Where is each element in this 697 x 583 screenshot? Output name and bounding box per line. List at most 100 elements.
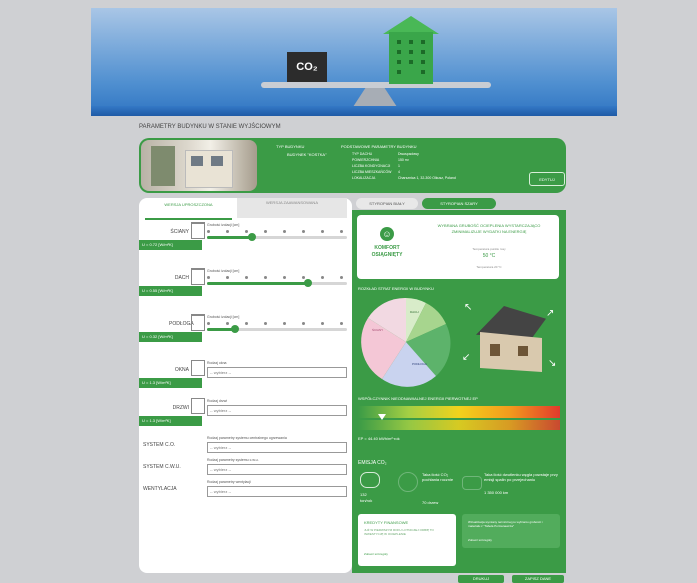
comfort-temp: 50 °C xyxy=(482,253,496,259)
param-value: Charsznica 1, 32-300 Olkusz, Poland xyxy=(398,176,456,180)
u-value: U = 0.55 [W/m²K] xyxy=(139,286,202,296)
slider-handle[interactable] xyxy=(303,279,312,287)
partition-group: ŚCIANY U = 0.72 [W/m²K] Grubość izolacji [… xyxy=(139,220,352,264)
slider-tick xyxy=(321,230,324,233)
slider-tick xyxy=(340,322,343,325)
param-key: LOKALIZACJA xyxy=(352,176,376,180)
slider-fill xyxy=(207,236,252,239)
type-select[interactable]: -- wybierz -- xyxy=(207,367,347,378)
building-info-bar: TYP BUDYNKU BUDYNEK "KOSTKA" PODSTAWOWE … xyxy=(139,138,566,193)
system-name: SYSTEM C.O. xyxy=(143,442,176,448)
opening-name: OKNA xyxy=(174,367,189,373)
insulation-field-label: Grubość izolacji [cm] xyxy=(207,223,240,227)
tree-icon xyxy=(398,472,418,492)
insulation-slider[interactable] xyxy=(207,322,347,333)
slider-tick xyxy=(207,322,210,325)
tab-advanced[interactable]: WERSJA ZAAWANSOWANA xyxy=(237,198,347,218)
slider-tick xyxy=(264,322,267,325)
slider-tick xyxy=(226,322,229,325)
partition-group: PODŁOGA U = 0.32 [W/m²K] Grubość izolacji … xyxy=(139,312,352,356)
ep-title: WSPÓŁCZYNNIK NIEODNAWIALNEJ ENERGII PIER… xyxy=(358,396,478,401)
slider-tick xyxy=(283,230,286,233)
slider-fill xyxy=(207,282,308,285)
tab-white-styrofoam[interactable]: STYROPIAN BIAŁY xyxy=(356,198,418,209)
emission-unit: ton/rok xyxy=(360,498,373,503)
param-key: TYP DACHU xyxy=(352,152,373,156)
losses-title: ROZKŁAD STRAT ENERGII W BUDYNKU xyxy=(358,286,434,291)
tab-simplified[interactable]: WERSJA UPROSZCZONA xyxy=(145,200,232,220)
slider-tick xyxy=(245,230,248,233)
basic-params-heading: PODSTAWOWE PARAMETRY BUDYNKU xyxy=(341,144,417,149)
insulation-slider[interactable] xyxy=(207,276,347,287)
ep-scale xyxy=(358,406,560,418)
slider-handle[interactable] xyxy=(247,233,256,241)
system-select[interactable]: -- wybierz -- xyxy=(207,464,347,475)
opening-icon xyxy=(191,360,205,376)
credit-title: KREDYTY FINANSOWE xyxy=(364,520,409,525)
save-data-button[interactable]: ZAPISZ DANE xyxy=(512,575,564,583)
u-value: U = 1.3 [W/m²K] xyxy=(139,378,202,388)
co2-cloud-icon xyxy=(360,472,380,488)
partition-name: PODŁOGA xyxy=(169,321,194,327)
partition-group: DACH U = 0.55 [W/m²K] Grubość izolacji [cm… xyxy=(139,266,352,310)
slider-tick xyxy=(264,230,267,233)
visualization-text: Wizualizacja wymiany termicznej po wybra… xyxy=(468,520,543,528)
print-button[interactable]: DRUKUJ xyxy=(458,575,504,583)
insulation-slider[interactable] xyxy=(207,230,347,241)
param-value: 4 xyxy=(398,170,400,174)
pie-label-walls: ŚCIANY xyxy=(372,328,384,332)
ep-marker-icon xyxy=(378,414,386,420)
opening-group: DRZWI U = 1.3 [W/m²K] Rodzaj drzwi -- wybie… xyxy=(139,396,352,432)
system-select[interactable]: -- wybierz -- xyxy=(207,442,347,453)
slider-tick xyxy=(264,276,267,279)
system-group: SYSTEM C.O. Rodzaj parametry systemu cent… xyxy=(139,436,352,456)
tab-grey-styrofoam[interactable]: STYROPIAN SZARY xyxy=(422,198,496,209)
system-select[interactable]: -- wybierz -- xyxy=(207,486,347,497)
building-photo xyxy=(141,140,257,191)
select-field-label: Rodzaj okna xyxy=(207,361,227,365)
param-key: LICZBA MIESZKAŃCÓW xyxy=(352,170,392,174)
slider-tick xyxy=(283,322,286,325)
select-field-label: Rodzaj drzwi xyxy=(207,399,228,403)
u-value: U = 1.3 [W/m²K] xyxy=(139,416,202,426)
pie-label-floor: PODŁOGA xyxy=(412,362,427,366)
slider-tick xyxy=(340,276,343,279)
param-value: Dwuspadowy xyxy=(398,152,419,156)
smile-icon: ☺ xyxy=(380,227,394,241)
co2-label: CO₂ xyxy=(296,61,318,73)
comfort-card: ☺ KOMFORT OSIĄGNIĘTY WYBRANA GRUBOŚĆ OCIE… xyxy=(357,215,559,279)
opening-group: OKNA U = 1.3 [W/m²K] Rodzaj okna -- wybierz… xyxy=(139,358,352,394)
slider-tick xyxy=(226,230,229,233)
slider-tick xyxy=(302,230,305,233)
arrow-icon: ↘ xyxy=(548,358,557,369)
slider-tick xyxy=(283,276,286,279)
slider-handle[interactable] xyxy=(231,325,239,333)
green-house-icon xyxy=(389,32,433,84)
credit-link[interactable]: Zobacz szczegóły xyxy=(364,552,388,556)
visualization-link[interactable]: Zobacz szczegóły xyxy=(468,538,492,542)
system-field-label: Rodzaj parametry wentylacji xyxy=(207,480,251,484)
insulation-field-label: Grubość izolacji [cm] xyxy=(207,269,240,273)
system-group: WENTYLACJA Rodzaj parametry wentylacji -- … xyxy=(139,480,352,500)
credit-text: JUŻ W PIERWSZYM ROKU LOTNICZEJ ODBIĘ TO … xyxy=(364,528,434,536)
hero-banner: CO₂ xyxy=(91,8,617,116)
arrow-icon: ↙ xyxy=(462,352,471,363)
car-icon xyxy=(462,476,482,490)
slider-tick xyxy=(207,230,210,233)
slider-tick xyxy=(321,322,324,325)
balance-plank xyxy=(261,82,491,88)
distance-text: Taka ilość dwutlenku węgla powstaje przy… xyxy=(484,472,558,482)
hero-bottom-band xyxy=(91,106,617,116)
u-value: U = 0.32 [W/m²K] xyxy=(139,332,202,342)
edit-button[interactable]: EDYTUJ xyxy=(529,172,565,186)
comfort-label: KOMFORT OSIĄGNIĘTY xyxy=(371,245,403,258)
type-select[interactable]: -- wybierz -- xyxy=(207,405,347,416)
building-type-value: BUDYNEK "KOSTKA" xyxy=(287,152,327,157)
system-name: SYSTEM C.W.U. xyxy=(143,464,181,470)
slider-tick xyxy=(245,276,248,279)
ep-scale-lower xyxy=(358,420,560,430)
param-key: LICZBA KONDYGNACJI xyxy=(352,164,391,168)
partition-icon xyxy=(191,314,205,331)
param-key: POWIERZCHNIA xyxy=(352,158,380,162)
param-value: 1 xyxy=(398,164,400,168)
